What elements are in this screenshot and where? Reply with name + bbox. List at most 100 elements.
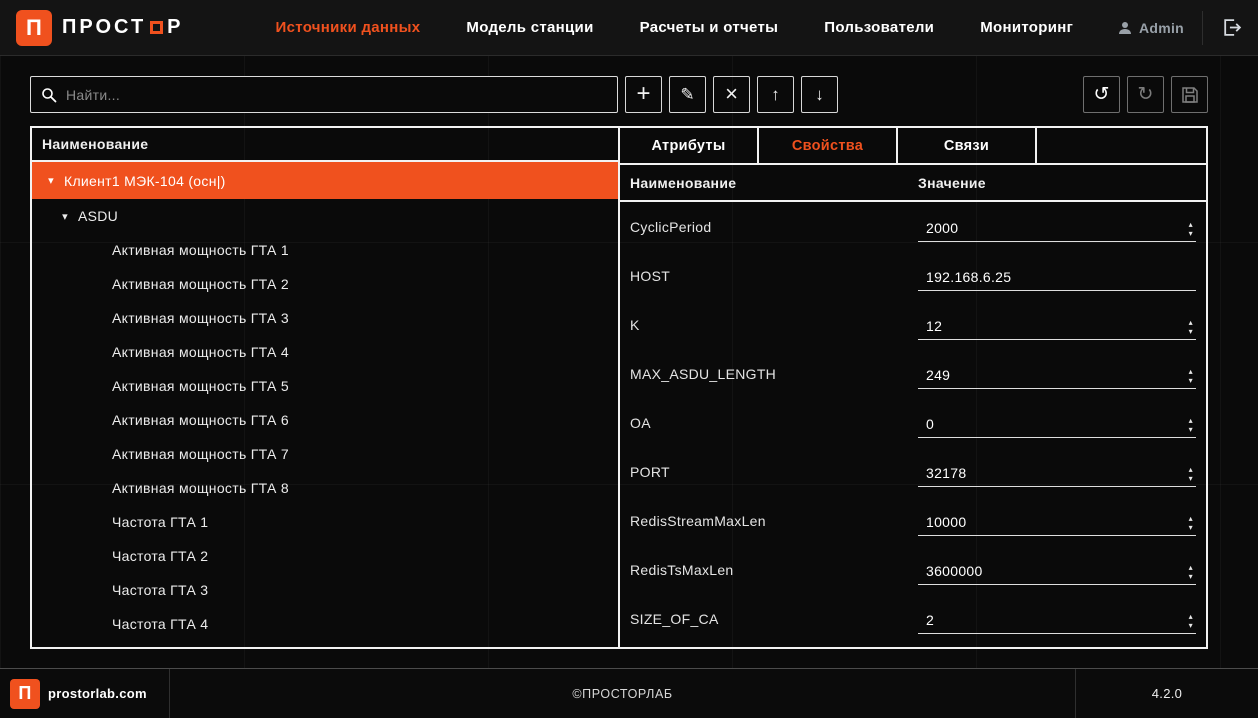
- spinner-down-icon[interactable]: ▾: [1189, 328, 1193, 336]
- property-value: ▴ ▾: [918, 506, 1206, 536]
- spinner-down-icon[interactable]: ▾: [1189, 573, 1193, 581]
- search-input[interactable]: [66, 87, 607, 103]
- tree-item-label: Частота ГТА 3: [112, 582, 208, 598]
- spinner-up-icon[interactable]: ▴: [1189, 319, 1193, 327]
- tree-item[interactable]: Частота ГТА 2: [32, 539, 618, 573]
- spinner-down-icon[interactable]: ▾: [1189, 524, 1193, 532]
- spinner-down-icon[interactable]: ▾: [1189, 475, 1193, 483]
- logout-button[interactable]: [1221, 17, 1242, 38]
- column-header-name: Наименование: [630, 175, 918, 191]
- spinner-down-icon[interactable]: ▾: [1189, 230, 1193, 238]
- toolbar: + ✎ × ↑ ↓ ↺ ↻: [30, 76, 1208, 113]
- property-name: PORT: [630, 464, 918, 480]
- tree-item-label: Частота ГТА 2: [112, 548, 208, 564]
- property-value-input[interactable]: [918, 318, 1186, 339]
- spinner-up-icon[interactable]: ▴: [1189, 221, 1193, 229]
- plus-icon: +: [636, 80, 650, 108]
- delete-button[interactable]: ×: [713, 76, 750, 113]
- brand-logo[interactable]: П ПРОСТ Р: [16, 10, 184, 46]
- tree-item-label: Активная мощность ГТА 3: [112, 310, 289, 326]
- property-value-input[interactable]: [918, 465, 1186, 486]
- property-name: HOST: [630, 268, 918, 284]
- brand-logo-icon: П: [16, 10, 52, 46]
- tree-item[interactable]: Частота ГТА 4: [32, 607, 618, 641]
- move-down-button[interactable]: ↓: [801, 76, 838, 113]
- brand-name: ПРОСТ Р: [62, 16, 184, 39]
- tree-header: Наименование: [32, 128, 618, 162]
- property-value: ▴ ▾: [918, 261, 1206, 291]
- tree-item[interactable]: Активная мощность ГТА 7: [32, 437, 618, 471]
- column-header-value: Значение: [918, 175, 1206, 191]
- property-value-input[interactable]: [918, 514, 1186, 535]
- spinner-down-icon[interactable]: ▾: [1189, 377, 1193, 385]
- tree-item[interactable]: Частота ГТА 1: [32, 505, 618, 539]
- property-value-input[interactable]: [918, 416, 1186, 437]
- property-name: OA: [630, 415, 918, 431]
- arrow-down-icon: ↓: [815, 85, 824, 105]
- property-value-input[interactable]: [918, 367, 1186, 388]
- spinner-up-icon[interactable]: ▴: [1189, 515, 1193, 523]
- tree-item[interactable]: Активная мощность ГТА 4: [32, 335, 618, 369]
- footer-logo-icon: П: [10, 679, 40, 709]
- spinner-down-icon[interactable]: ▾: [1189, 622, 1193, 630]
- tree-item[interactable]: Активная мощность ГТА 5: [32, 369, 618, 403]
- undo-button[interactable]: ↺: [1083, 76, 1120, 113]
- nav-item[interactable]: Пользователи: [824, 19, 934, 36]
- brand-o-square-icon: [150, 21, 163, 34]
- spinner-up-icon[interactable]: ▴: [1189, 368, 1193, 376]
- property-value-input[interactable]: [918, 563, 1186, 584]
- close-icon: ×: [725, 81, 738, 107]
- footer-brand[interactable]: П prostorlab.com: [0, 669, 170, 718]
- spinner-up-icon[interactable]: ▴: [1189, 417, 1193, 425]
- nav-item[interactable]: Расчеты и отчеты: [640, 19, 779, 36]
- tree-item-label: Частота ГТА 4: [112, 616, 208, 632]
- tree-item-label: Активная мощность ГТА 6: [112, 412, 289, 428]
- tree-item-selected[interactable]: ▾ Клиент1 МЭК-104 (осн|): [32, 162, 618, 199]
- spinner-up-icon[interactable]: ▴: [1189, 613, 1193, 621]
- tree-item[interactable]: Активная мощность ГТА 8: [32, 471, 618, 505]
- tree-item[interactable]: Активная мощность ГТА 2: [32, 267, 618, 301]
- tab[interactable]: Свойства: [759, 128, 898, 163]
- tree-item[interactable]: Активная мощность ГТА 1: [32, 233, 618, 267]
- tree-item[interactable]: Частота ГТА 3: [32, 573, 618, 607]
- nav-item[interactable]: Источники данных: [276, 19, 421, 36]
- spinner-up-icon[interactable]: ▴: [1189, 564, 1193, 572]
- tree-item[interactable]: Активная мощность ГТА 6: [32, 403, 618, 437]
- nav-item[interactable]: Модель станции: [466, 19, 593, 36]
- tab[interactable]: Связи: [898, 128, 1037, 163]
- footer-site-link[interactable]: prostorlab.com: [48, 686, 147, 701]
- move-up-button[interactable]: ↑: [757, 76, 794, 113]
- footer: П prostorlab.com ©ПРОСТОРЛАБ 4.2.0: [0, 668, 1258, 718]
- property-value-input[interactable]: [918, 612, 1186, 633]
- spinner-up-icon[interactable]: ▴: [1189, 466, 1193, 474]
- property-value: ▴ ▾: [918, 310, 1206, 340]
- save-button[interactable]: [1171, 76, 1208, 113]
- search-box[interactable]: [30, 76, 618, 113]
- redo-button[interactable]: ↻: [1127, 76, 1164, 113]
- nav-item[interactable]: Мониторинг: [980, 19, 1073, 36]
- property-value-input[interactable]: [918, 220, 1186, 241]
- pencil-icon: ✎: [680, 85, 694, 105]
- tree-item-label: ASDU: [78, 208, 118, 224]
- user-name: Admin: [1139, 20, 1184, 36]
- property-row: RedisTsMaxLen ▴ ▾: [620, 545, 1206, 594]
- property-name: RedisStreamMaxLen: [630, 513, 918, 529]
- user-menu[interactable]: Admin: [1118, 20, 1184, 36]
- spinner-down-icon[interactable]: ▾: [1189, 426, 1193, 434]
- caret-down-icon[interactable]: ▾: [52, 210, 78, 223]
- property-row: K ▴ ▾: [620, 300, 1206, 349]
- caret-down-icon[interactable]: ▾: [38, 174, 64, 187]
- property-row: SIZE_OF_CA ▴ ▾: [620, 594, 1206, 643]
- edit-button[interactable]: ✎: [669, 76, 706, 113]
- spinner: ▴ ▾: [1186, 319, 1196, 339]
- property-name: RedisTsMaxLen: [630, 562, 918, 578]
- tree-item[interactable]: Активная мощность ГТА 3: [32, 301, 618, 335]
- property-value-input[interactable]: [918, 269, 1186, 290]
- spinner: ▴ ▾: [1186, 515, 1196, 535]
- brand-name-part2: Р: [167, 16, 183, 39]
- user-icon: [1118, 21, 1132, 35]
- property-value: ▴ ▾: [918, 604, 1206, 634]
- tab[interactable]: Атрибуты: [620, 128, 759, 163]
- tree-item-group[interactable]: ▾ ASDU: [32, 199, 618, 233]
- add-button[interactable]: +: [625, 76, 662, 113]
